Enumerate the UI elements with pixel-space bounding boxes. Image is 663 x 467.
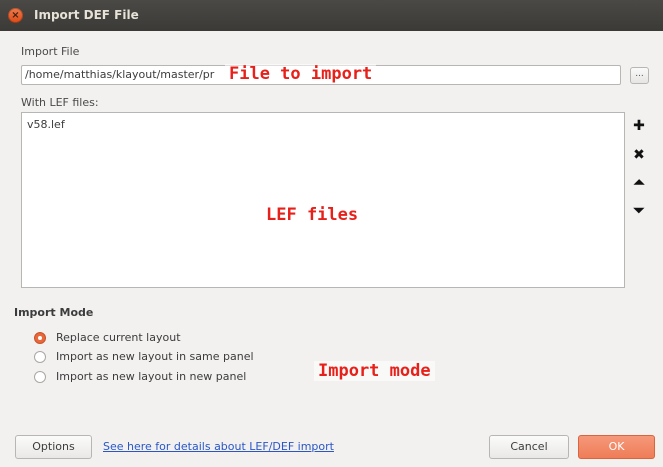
radio-label: Replace current layout xyxy=(56,331,181,344)
add-icon[interactable]: ✚ xyxy=(630,117,648,135)
move-down-icon[interactable]: ⏷ xyxy=(630,202,648,220)
cancel-button[interactable]: Cancel xyxy=(489,435,569,459)
ok-button[interactable]: OK xyxy=(578,435,655,459)
annotation-import-mode: Import mode xyxy=(314,361,435,381)
window-title: Import DEF File xyxy=(34,8,139,22)
lef-def-help-link[interactable]: See here for details about LEF/DEF impor… xyxy=(103,440,334,453)
radio-label: Import as new layout in same panel xyxy=(56,350,254,363)
import-file-label: Import File xyxy=(21,45,80,58)
options-button[interactable]: Options xyxy=(15,435,92,459)
annotation-lef-files: LEF files xyxy=(262,205,363,225)
lef-files-label: With LEF files: xyxy=(21,96,99,109)
import-mode-title: Import Mode xyxy=(14,306,94,319)
move-up-icon[interactable]: ⏶ xyxy=(630,174,648,192)
radio-checked-icon[interactable] xyxy=(34,332,46,344)
browse-button[interactable]: ... xyxy=(630,67,649,84)
close-icon[interactable]: × xyxy=(8,8,23,23)
title-bar: × Import DEF File xyxy=(0,0,663,31)
radio-label: Import as new layout in new panel xyxy=(56,370,247,383)
list-item[interactable]: v58.lef xyxy=(27,118,65,131)
radio-unchecked-icon[interactable] xyxy=(34,351,46,363)
lef-files-list[interactable]: v58.lef xyxy=(21,112,625,288)
remove-icon[interactable]: ✖ xyxy=(630,146,648,164)
annotation-file-to-import: File to import xyxy=(225,64,377,84)
radio-unchecked-icon[interactable] xyxy=(34,371,46,383)
